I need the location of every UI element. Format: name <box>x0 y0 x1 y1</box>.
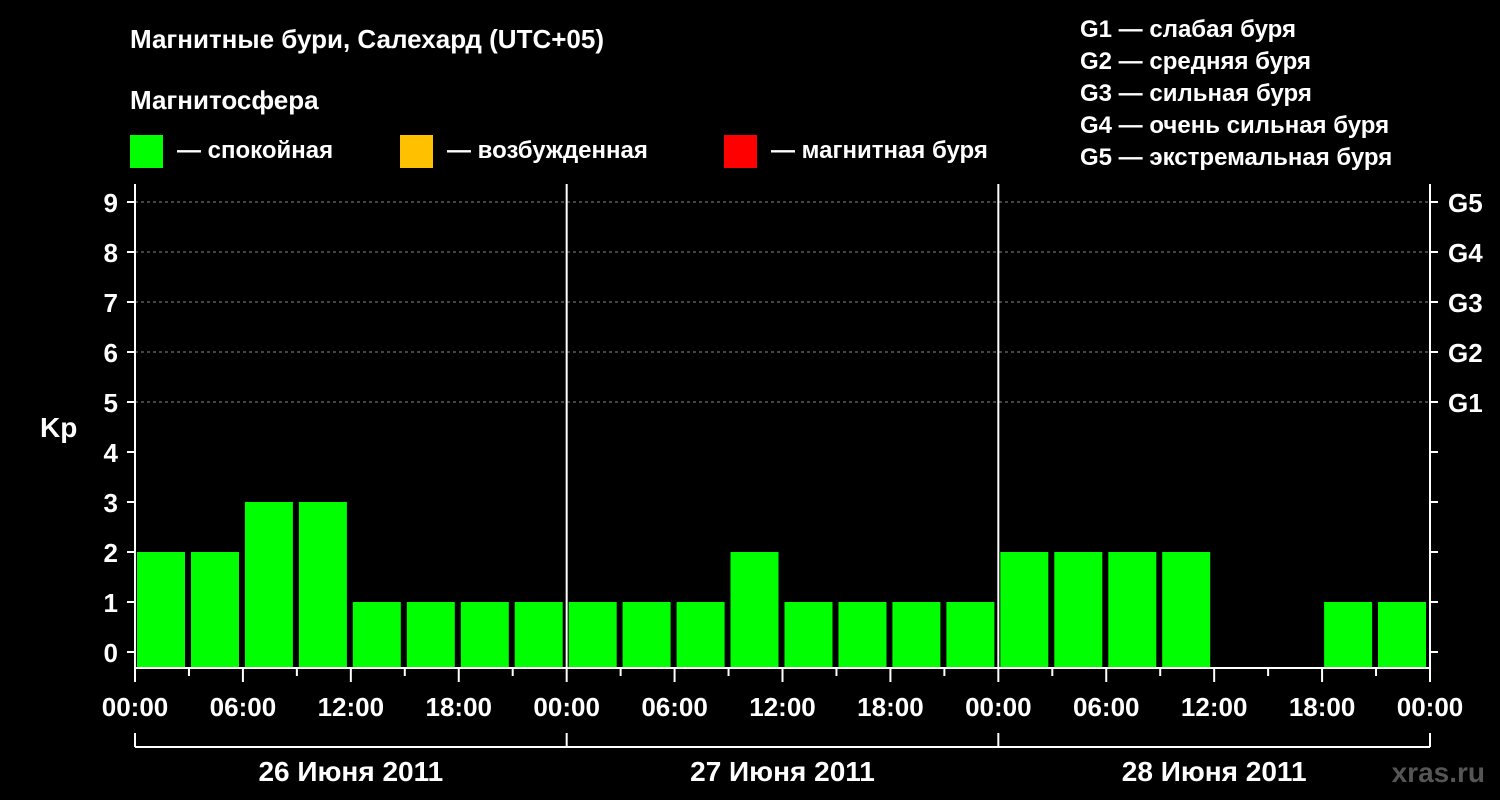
kp-bar <box>1108 552 1157 668</box>
plot-area: 0 1 2 3 4 5 6 7 8 9 G1 G2 G3 G4 G5 00:00 06:00 12:00 18:00… <box>102 184 1483 787</box>
storm-scale-item: G5 — экстремальная буря <box>1080 144 1392 171</box>
kp-bar <box>137 552 185 668</box>
kp-bar <box>352 602 401 668</box>
x-tick-label: 06:00 <box>1073 692 1140 722</box>
day-label: 26 Июня 2011 <box>258 756 443 787</box>
g-scale-label: G4 <box>1448 238 1483 268</box>
chart-title: Магнитные бури, Салехард (UTC+05) <box>130 24 604 54</box>
kp-bar <box>1378 602 1426 668</box>
kp-bar <box>892 602 941 668</box>
g-scale-label: G3 <box>1448 288 1483 318</box>
legend-swatch <box>724 135 757 168</box>
storm-scale-item: G1 — слабая буря <box>1080 16 1296 43</box>
g-scale-label: G1 <box>1448 388 1483 418</box>
kp-bar <box>838 602 887 668</box>
x-tick-label: 06:00 <box>641 692 708 722</box>
storm-scale-item: G3 — сильная буря <box>1080 80 1312 107</box>
y-tick-label: 7 <box>104 288 118 318</box>
kp-chart: Магнитные бури, Салехард (UTC+05) Магнит… <box>40 16 1485 788</box>
kp-bar <box>676 602 725 668</box>
x-tick-label: 12:00 <box>318 692 385 722</box>
kp-bar <box>622 602 671 668</box>
kp-bar <box>784 602 833 668</box>
y-tick-label: 9 <box>104 188 118 218</box>
y-tick-label: 6 <box>104 338 118 368</box>
g-scale-label: G2 <box>1448 338 1483 368</box>
legend-label: — возбужденная <box>447 137 648 164</box>
x-tick-label: 18:00 <box>426 692 493 722</box>
kp-bar <box>191 552 239 668</box>
kp-bar <box>244 502 293 668</box>
storm-scale-item: G4 — очень сильная буря <box>1080 112 1389 139</box>
legend-swatch <box>130 135 163 168</box>
y-tick-label: 0 <box>104 638 118 668</box>
kp-bar <box>1054 552 1103 668</box>
kp-bar <box>460 602 509 668</box>
x-tick-label: 00:00 <box>1397 692 1464 722</box>
legend: — спокойная — возбужденная — магнитная бур… <box>130 135 988 168</box>
kp-bar <box>298 502 347 668</box>
day-label: 28 Июня 2011 <box>1122 756 1307 787</box>
watermark: xras.ru <box>1392 757 1485 788</box>
x-tick-label: 00:00 <box>102 692 169 722</box>
x-tick-label: 00:00 <box>965 692 1032 722</box>
y-tick-label: 2 <box>104 538 118 568</box>
legend-swatch <box>400 135 433 168</box>
x-tick-label: 06:00 <box>210 692 277 722</box>
day-label: 27 Июня 2011 <box>690 756 875 787</box>
y-tick-label: 4 <box>104 438 119 468</box>
legend-heading: Магнитосфера <box>130 85 319 115</box>
kp-bar <box>946 602 995 668</box>
kp-bar <box>1000 552 1049 668</box>
x-tick-label: 12:00 <box>1181 692 1248 722</box>
kp-bar <box>1324 602 1373 668</box>
legend-label: — спокойная <box>177 137 333 164</box>
y-axis-label: Kp <box>40 412 77 443</box>
y-tick-label: 1 <box>104 588 118 618</box>
legend-label: — магнитная буря <box>771 137 988 164</box>
kp-bar <box>568 602 617 668</box>
g-scale-label: G5 <box>1448 188 1483 218</box>
x-tick-label: 12:00 <box>749 692 816 722</box>
x-tick-label: 18:00 <box>857 692 924 722</box>
x-tick-label: 00:00 <box>533 692 600 722</box>
storm-scale-item: G2 — средняя буря <box>1080 48 1311 75</box>
y-tick-label: 5 <box>104 388 118 418</box>
kp-bar <box>406 602 455 668</box>
x-tick-label: 18:00 <box>1289 692 1356 722</box>
kp-bar <box>730 552 779 668</box>
kp-bar <box>1162 552 1211 668</box>
storm-scale-legend: G1 — слабая буря G2 — средняя буря G3 — си… <box>1080 16 1392 171</box>
y-tick-label: 8 <box>104 238 118 268</box>
y-tick-label: 3 <box>104 488 118 518</box>
kp-bar <box>514 602 563 668</box>
